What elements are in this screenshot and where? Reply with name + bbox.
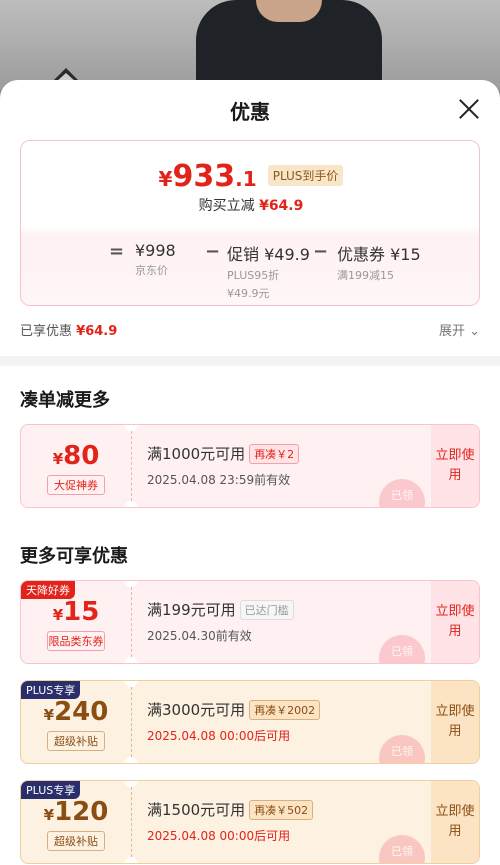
coupon-condition: 满199元可用 已达门槛	[147, 599, 294, 620]
promo-sub-discount: PLUS95折	[227, 269, 280, 282]
coupon-amount: 120	[54, 797, 109, 827]
coupon-divider	[131, 787, 132, 857]
coupon-divider	[131, 687, 132, 757]
coupon-divider	[131, 587, 132, 657]
coupon-corner-tag: PLUS专享	[21, 781, 81, 799]
coupon-value: ¥80	[21, 441, 131, 471]
minus-sign: −	[313, 241, 329, 262]
coupon-value: ¥15	[21, 597, 131, 627]
coupon-corner-tag: 天降好券	[21, 581, 75, 599]
claimed-stamp: 已领	[379, 479, 425, 507]
coupon-yen: ¥	[43, 806, 55, 824]
price-formula: = ¥998 京东价 − 促销 ¥49.9 PLUS95折 ¥49.9元 − 优…	[109, 241, 469, 301]
coupon-type-tag: 超级补贴	[47, 731, 105, 751]
coupon-notch-bottom	[124, 757, 138, 763]
coupon-condition-text: 满1000元可用	[147, 445, 246, 463]
expand-button[interactable]: 展开 ⌄	[439, 320, 480, 339]
coupon-validity: 2025.04.08 23:59前有效	[147, 473, 291, 487]
coupon-divider	[131, 431, 132, 501]
coupon-value-area: ¥80 大促神券	[21, 425, 131, 507]
base-price-item: ¥998 京东价	[135, 241, 176, 278]
coupon-type-tag: 大促神券	[47, 475, 105, 495]
coupon-threshold-badge: 已达门槛	[239, 600, 294, 620]
final-price-int: 933	[172, 159, 236, 194]
coupon-condition: 满1500元可用 再凑￥502	[147, 799, 314, 820]
close-icon[interactable]	[458, 98, 480, 120]
coupon-price: 优惠券 ¥15	[337, 245, 421, 264]
enjoyed-label: 已享优惠	[20, 324, 73, 339]
sheet-title: 优惠	[230, 100, 270, 124]
coupon-condition: 满3000元可用 再凑￥2002	[147, 699, 321, 720]
instant-save-label: 购买立减	[198, 198, 255, 214]
coupon-card: ¥15 限品类东券 满199元可用 已达门槛 2025.04.30前有效 已领 立…	[20, 580, 480, 664]
product-image-backdrop	[0, 0, 500, 90]
coupon-gap-badge: 再凑￥502	[249, 800, 314, 820]
claimed-stamp: 已领	[379, 635, 425, 663]
coupon-yen: ¥	[52, 606, 64, 624]
coupon-condition: 满1000元可用 再凑￥2	[147, 443, 300, 464]
coupon-yen: ¥	[52, 450, 64, 468]
coupon-gap-badge: 再凑￥2	[249, 444, 300, 464]
equals-sign: =	[109, 241, 125, 262]
coupon-price-condition: 满199减15	[337, 269, 394, 282]
combine-section-title: 凑单减更多	[20, 390, 110, 411]
claimed-stamp: 已领	[379, 835, 425, 863]
final-price: ¥933.1	[159, 159, 257, 194]
enjoyed-amount: ¥64.9	[76, 324, 118, 339]
coupon-type-tag: 限品类东券	[47, 631, 105, 651]
final-price-dec: .1	[235, 167, 257, 191]
coupon-validity: 2025.04.08 00:00后可用	[147, 729, 291, 743]
base-price: ¥998	[135, 241, 176, 260]
coupon-item: 优惠券 ¥15 满199减15	[337, 241, 421, 283]
promo-item: 促销 ¥49.9 PLUS95折 ¥49.9元	[227, 241, 310, 301]
base-price-label: 京东价	[135, 264, 168, 277]
minus-sign: −	[205, 241, 221, 262]
coupon-card: ¥80 大促神券 满1000元可用 再凑￥2 2025.04.08 23:59前有…	[20, 424, 480, 508]
coupon-corner-tag: PLUS专享	[21, 681, 81, 699]
coupon-validity: 2025.04.08 00:00后可用	[147, 829, 291, 843]
discount-bottom-sheet: 优惠 ¥933.1 PLUS到手价 购买立减 ¥64.9 = ¥998 京东价 …	[0, 80, 500, 865]
enjoyed-discount-row: 已享优惠 ¥64.9	[20, 320, 117, 339]
claimed-stamp: 已领	[379, 735, 425, 763]
coupon-notch-bottom	[124, 501, 138, 507]
coupon-amount: 80	[63, 441, 100, 471]
coupon-type-tag: 超级补贴	[47, 831, 105, 851]
instant-save-row: 购买立减 ¥64.9	[21, 195, 481, 215]
price-summary-card: ¥933.1 PLUS到手价 购买立减 ¥64.9 = ¥998 京东价 − 促…	[20, 140, 480, 306]
coupon-condition-text: 满199元可用	[147, 601, 236, 619]
coupon-value: ¥120	[21, 797, 131, 827]
section-divider	[0, 356, 500, 366]
coupon-gap-badge: 再凑￥2002	[249, 700, 321, 720]
coupon-card: ¥120 超级补贴 满1500元可用 再凑￥502 2025.04.08 00:0…	[20, 780, 480, 864]
final-price-yen: ¥	[158, 167, 173, 191]
coupon-condition-text: 满1500元可用	[147, 801, 246, 819]
use-now-button[interactable]: 立即使用	[431, 581, 479, 663]
coupon-amount: 15	[63, 597, 100, 627]
coupon-value: ¥240	[21, 697, 131, 727]
more-offers-section-title: 更多可享优惠	[20, 546, 128, 567]
coupon-condition-text: 满3000元可用	[147, 701, 246, 719]
coupon-card: ¥240 超级补贴 满3000元可用 再凑￥2002 2025.04.08 00:…	[20, 680, 480, 764]
promo-price: 促销 ¥49.9	[227, 245, 310, 264]
use-now-button[interactable]: 立即使用	[431, 681, 479, 763]
instant-save-amount: ¥64.9	[259, 198, 304, 214]
use-now-button[interactable]: 立即使用	[431, 781, 479, 863]
coupon-notch-bottom	[124, 857, 138, 863]
final-price-row: ¥933.1 PLUS到手价	[21, 159, 481, 194]
plus-price-tag: PLUS到手价	[267, 165, 344, 186]
coupon-amount: 240	[54, 697, 109, 727]
expand-label: 展开	[438, 324, 465, 339]
chevron-down-icon: ⌄	[469, 324, 480, 339]
promo-sub-amount: ¥49.9元	[227, 287, 270, 300]
use-now-button[interactable]: 立即使用	[431, 425, 479, 507]
coupon-notch-bottom	[124, 657, 138, 663]
coupon-validity: 2025.04.30前有效	[147, 629, 252, 643]
coupon-yen: ¥	[43, 706, 55, 724]
